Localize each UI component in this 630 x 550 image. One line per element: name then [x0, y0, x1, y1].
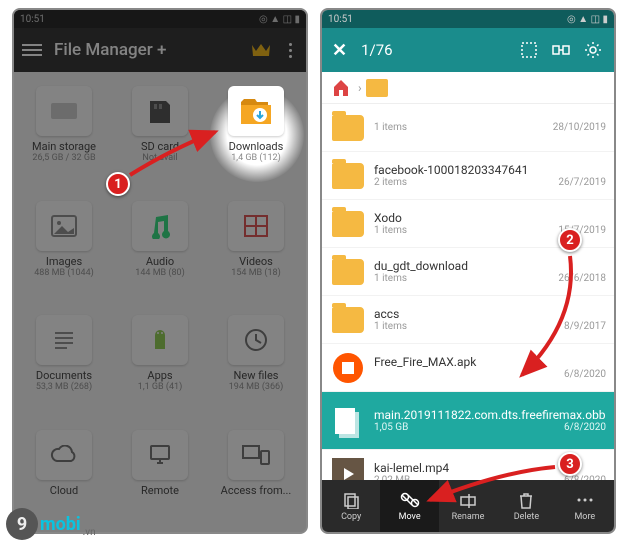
cell-documents[interactable]: Documents53,3 MB (268)	[18, 309, 110, 420]
apk-icon	[332, 352, 364, 384]
copy-icon	[341, 490, 361, 510]
cell-remote[interactable]: Remote	[114, 424, 206, 525]
list-item[interactable]: accs1 items8/9/2017	[322, 296, 614, 344]
more-horizontal-icon	[575, 490, 595, 510]
move-icon	[400, 490, 420, 510]
home-icon[interactable]	[330, 76, 354, 100]
cell-main-storage[interactable]: Main storage26,5 GB / 32 GB	[18, 80, 110, 191]
folder-icon	[332, 115, 364, 141]
marker-1: 1	[106, 172, 130, 196]
video-thumb-icon	[332, 458, 364, 481]
action-move[interactable]: Move	[380, 480, 438, 532]
cell-images[interactable]: Images488 MB (1044)	[18, 195, 110, 306]
action-rename[interactable]: Rename	[439, 480, 497, 532]
breadcrumb[interactable]: ›	[322, 72, 614, 104]
status-time: 10:51	[20, 14, 45, 25]
watermark: 9 mobi .vn	[6, 508, 96, 540]
folder-icon	[332, 259, 364, 285]
cell-sd-card[interactable]: SD cardNot avail	[114, 80, 206, 191]
cell-access-from[interactable]: Access from...	[210, 424, 302, 525]
select-range-icon[interactable]	[550, 39, 572, 61]
appbar-left: File Manager +	[14, 28, 306, 72]
close-icon[interactable]: ✕	[332, 40, 347, 61]
file-icon	[331, 404, 365, 438]
chevron-right-icon: ›	[358, 81, 362, 95]
marker-3: 3	[558, 452, 582, 476]
action-bar: Copy Move Rename Delete More	[322, 480, 614, 532]
category-grid: Main storage26,5 GB / 32 GB SD cardNot a…	[14, 72, 306, 532]
folder-icon	[332, 307, 364, 333]
breadcrumb-folder-icon[interactable]	[366, 79, 388, 97]
appbar-right: ✕ 1/76	[322, 28, 614, 72]
list-item[interactable]: 1 items28/10/2019	[322, 104, 614, 152]
folder-icon	[332, 163, 364, 189]
app-title: File Manager +	[54, 40, 166, 60]
marker-2: 2	[558, 228, 582, 252]
action-more[interactable]: More	[556, 480, 614, 532]
list-item[interactable]: Free_Fire_MAX.apk6/8/2020	[322, 344, 614, 392]
action-delete[interactable]: Delete	[497, 480, 555, 532]
gear-icon[interactable]	[582, 39, 604, 61]
list-item-selected[interactable]: main.2019111822.com.dts.freefiremax.obb1…	[322, 392, 614, 450]
more-icon[interactable]	[282, 43, 298, 58]
rename-icon	[458, 490, 478, 510]
cell-apps[interactable]: Apps1,1 GB (41)	[114, 309, 206, 420]
cell-audio[interactable]: Audio144 MB (80)	[114, 195, 206, 306]
list-item[interactable]: du_gdt_download1 items26/6/2018	[322, 248, 614, 296]
folder-icon	[332, 211, 364, 237]
status-bar: 10:51 ◎ ▲ ◫ ▮	[14, 10, 306, 28]
status-icons: ◎ ▲ ◫ ▮	[567, 14, 608, 25]
action-copy[interactable]: Copy	[322, 480, 380, 532]
status-icons: ◎ ▲ ◫ ▮	[259, 14, 300, 25]
cell-downloads[interactable]: Downloads1,4 GB (112)	[210, 80, 302, 191]
crown-icon[interactable]	[248, 40, 274, 60]
select-all-icon[interactable]	[518, 39, 540, 61]
list-item[interactable]: facebook-1000182033476412 items26/7/2019	[322, 152, 614, 200]
phone-left: 10:51 ◎ ▲ ◫ ▮ File Manager + Main storag…	[12, 8, 308, 534]
cell-videos[interactable]: Videos154 MB (18)	[210, 195, 302, 306]
file-list: 1 items28/10/2019 facebook-1000182033476…	[322, 104, 614, 480]
hamburger-icon[interactable]	[22, 44, 42, 56]
delete-icon	[516, 490, 536, 510]
cell-new-files[interactable]: New files194 MB (366)	[210, 309, 302, 420]
status-time: 10:51	[328, 14, 353, 25]
selection-count: 1/76	[361, 41, 392, 59]
status-bar: 10:51 ◎ ▲ ◫ ▮	[322, 10, 614, 28]
